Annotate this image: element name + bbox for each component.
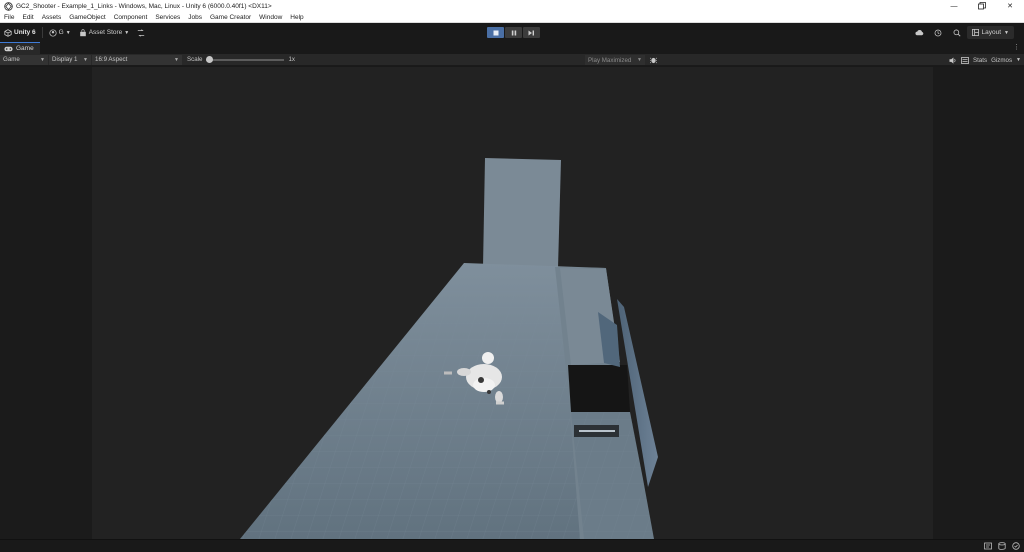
scale-slider[interactable] xyxy=(206,55,285,63)
account-label: G xyxy=(58,29,64,36)
aspect-label: 16:9 Aspect xyxy=(95,56,128,63)
chevron-down-icon: ▼ xyxy=(1004,29,1009,36)
unity-brand-button[interactable]: Unity 6 xyxy=(0,26,40,39)
display-label: Display 1 xyxy=(52,56,78,63)
gizmos-dropdown[interactable]: Gizmos xyxy=(991,57,1012,64)
tab-game-label: Game xyxy=(16,45,34,52)
menu-help[interactable]: Help xyxy=(286,14,307,21)
audio-icon[interactable] xyxy=(949,56,957,64)
account-dropdown[interactable]: G ▼ xyxy=(45,26,75,39)
close-icon[interactable]: ✕ xyxy=(996,0,1024,12)
chevron-down-icon: ▼ xyxy=(124,29,130,36)
shopping-bag-icon xyxy=(79,28,86,36)
menu-edit[interactable]: Edit xyxy=(18,14,37,21)
stats-icon[interactable] xyxy=(961,56,969,64)
letterbox-right xyxy=(933,67,1024,539)
game-view-options: Stats Gizmos ▼ xyxy=(949,54,1024,66)
scale-slider-handle[interactable] xyxy=(206,55,214,63)
version-control-icon xyxy=(138,28,145,37)
chevron-down-icon: ▼ xyxy=(40,56,45,63)
step-icon xyxy=(528,30,534,35)
play-controls xyxy=(487,27,540,38)
game-view xyxy=(0,67,1024,539)
minimize-icon[interactable]: — xyxy=(940,0,968,12)
layout-label: Layout xyxy=(981,29,1002,36)
progress-icon[interactable] xyxy=(983,541,993,551)
game-viewport[interactable] xyxy=(92,67,933,539)
floor-grid xyxy=(240,263,606,539)
play-mode-dropdown[interactable]: Play Maximized ▼ xyxy=(585,55,645,65)
menu-gameobject[interactable]: GameObject xyxy=(65,14,110,21)
tab-strip: Game xyxy=(0,42,1024,54)
kebab-menu-icon[interactable]: ⋮ xyxy=(1013,43,1020,51)
menu-game-creator[interactable]: Game Creator xyxy=(206,14,255,21)
display-dropdown[interactable]: Display 1 ▼ xyxy=(49,54,91,65)
play-mode-label: Play Maximized xyxy=(588,56,632,64)
layout-icon xyxy=(971,29,979,36)
menu-file[interactable]: File xyxy=(0,14,18,21)
unity-brand-label: Unity 6 xyxy=(14,29,36,36)
restore-icon[interactable] xyxy=(968,0,996,12)
scale-label: Scale xyxy=(187,56,203,63)
game-scene xyxy=(240,158,658,539)
floor-sign-text-mark xyxy=(579,430,615,432)
bug-icon[interactable] xyxy=(648,55,658,65)
chevron-down-icon: ▼ xyxy=(1016,57,1021,63)
pause-icon xyxy=(511,30,516,35)
layout-dropdown[interactable]: Layout ▼ xyxy=(966,26,1014,39)
stop-icon xyxy=(493,30,498,35)
toolbar-right: Layout ▼ xyxy=(910,23,1024,42)
menu-services[interactable]: Services xyxy=(151,14,184,21)
view-mode-dropdown[interactable]: Game ▼ xyxy=(0,54,48,65)
gamepad-icon xyxy=(4,46,13,51)
menu-assets[interactable]: Assets xyxy=(38,14,66,21)
menu-bar: File Edit Assets GameObject Component Se… xyxy=(0,12,1024,23)
cloud-icon[interactable] xyxy=(910,23,929,42)
menu-component[interactable]: Component xyxy=(110,14,152,21)
chevron-down-icon: ▼ xyxy=(65,29,71,36)
account-icon xyxy=(49,28,57,37)
view-mode-label: Game xyxy=(3,56,20,63)
unity-cube-icon xyxy=(4,28,12,37)
step-button[interactable] xyxy=(523,27,540,38)
stats-toggle[interactable]: Stats xyxy=(973,57,987,64)
search-icon[interactable] xyxy=(948,23,967,42)
database-icon[interactable] xyxy=(997,541,1007,551)
tab-game[interactable]: Game xyxy=(0,42,40,54)
menu-jobs[interactable]: Jobs xyxy=(184,14,206,21)
asset-store-label: Asset Store xyxy=(88,29,123,36)
game-view-toolbar: Game ▼ Display 1 ▼ 16:9 Aspect ▼ Scale 1… xyxy=(0,54,1024,66)
chevron-down-icon: ▼ xyxy=(637,57,642,63)
letterbox-left xyxy=(0,67,92,539)
play-button[interactable] xyxy=(487,27,504,38)
pause-button[interactable] xyxy=(505,27,522,38)
scale-value: 1x xyxy=(288,56,296,63)
title-bar: GC2_Shooter - Example_1_Links - Windows,… xyxy=(0,0,1024,12)
aspect-dropdown[interactable]: 16:9 Aspect ▼ xyxy=(92,54,182,65)
floor-opening xyxy=(568,365,630,412)
chevron-down-icon: ▼ xyxy=(174,56,179,63)
history-icon[interactable] xyxy=(929,23,948,42)
chevron-down-icon: ▼ xyxy=(83,56,88,63)
status-bar xyxy=(0,539,1024,552)
menu-window[interactable]: Window xyxy=(255,14,286,21)
toolbar-divider xyxy=(41,27,43,38)
scale-control: Scale 1x xyxy=(187,55,296,63)
asset-store-dropdown[interactable]: Asset Store ▼ xyxy=(75,26,134,39)
version-control-button[interactable] xyxy=(133,26,149,39)
back-wall xyxy=(483,158,561,268)
window-title: GC2_Shooter - Example_1_Links - Windows,… xyxy=(16,2,272,10)
unity-logo-icon xyxy=(3,1,13,11)
settings-check-icon[interactable] xyxy=(1011,541,1021,551)
